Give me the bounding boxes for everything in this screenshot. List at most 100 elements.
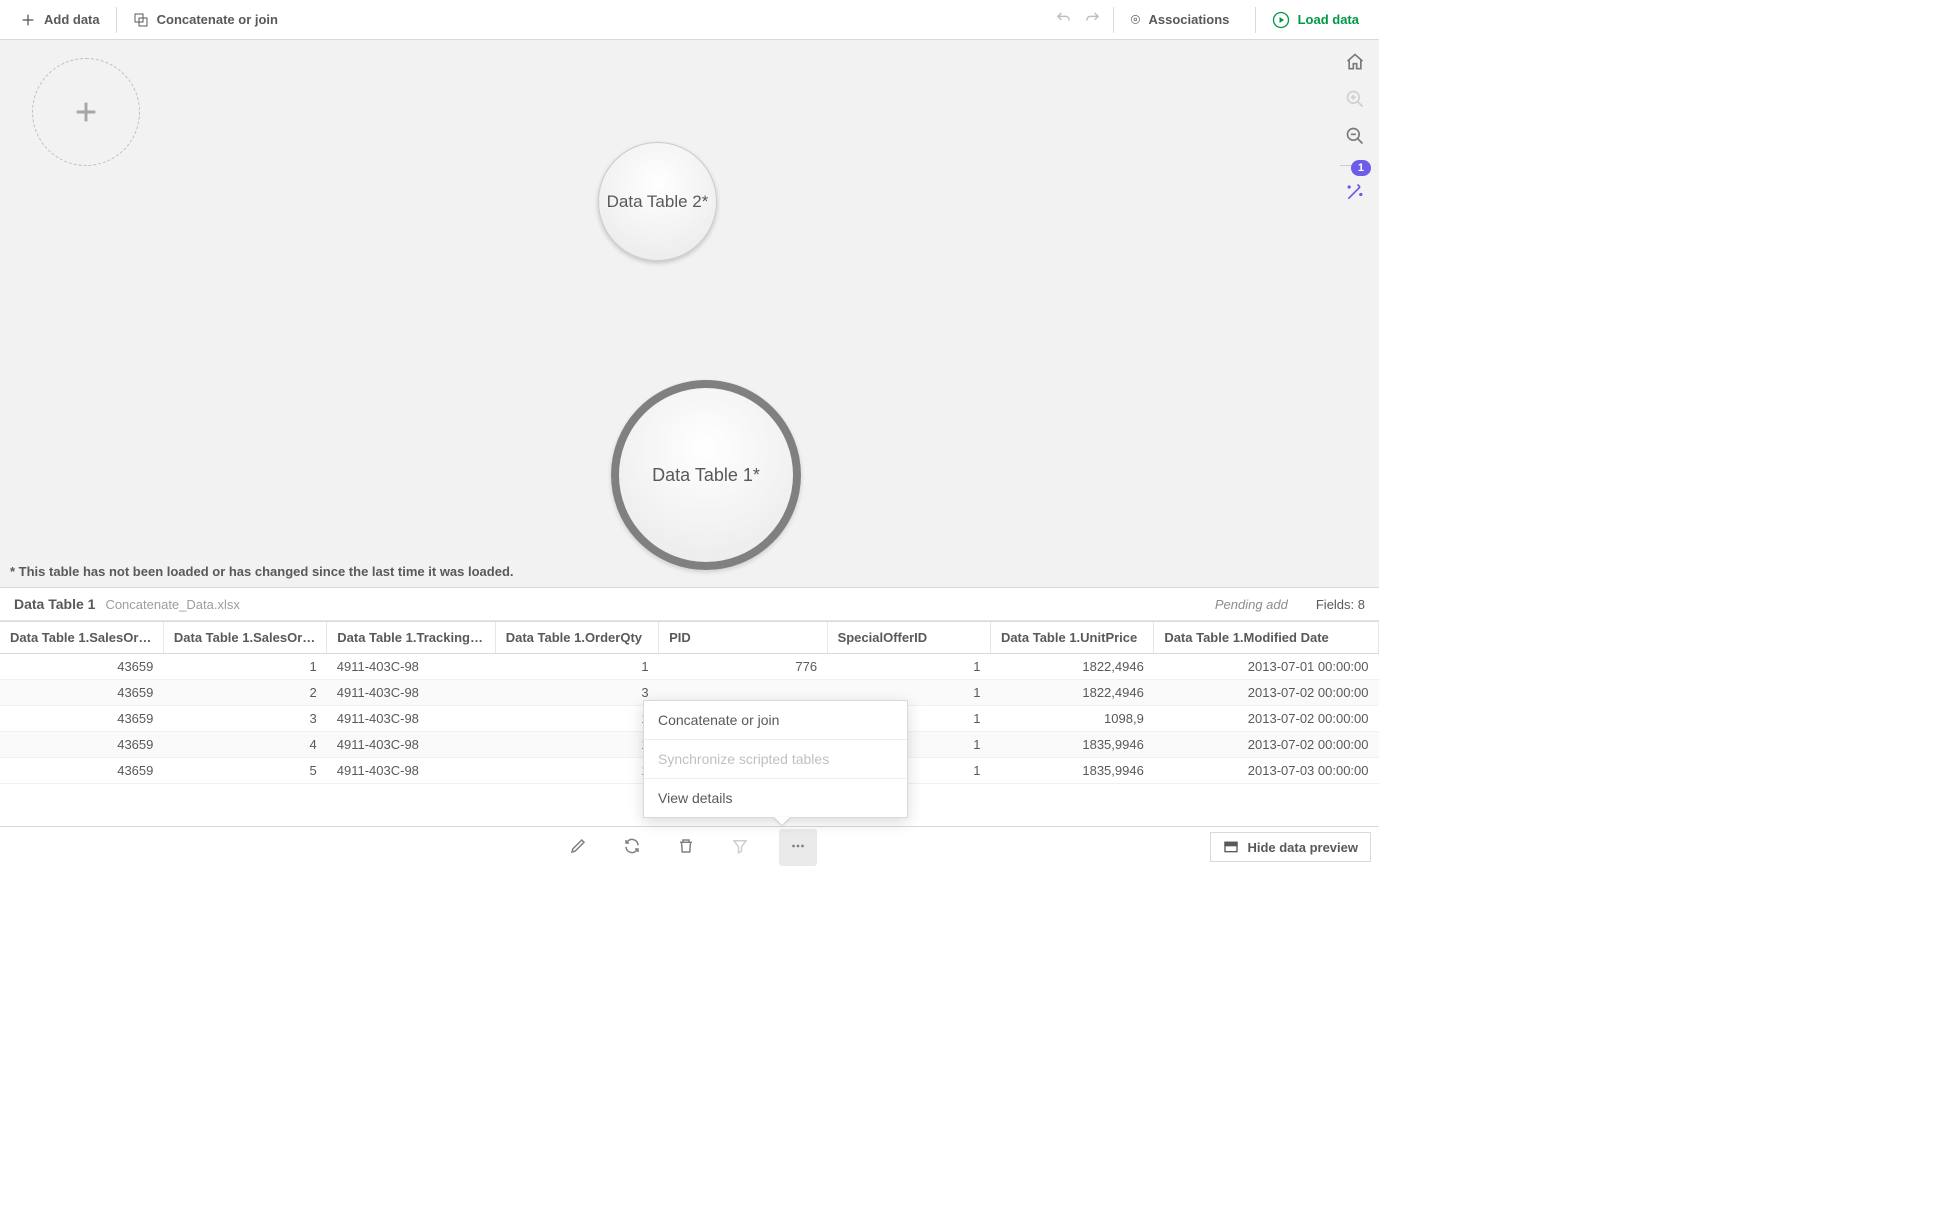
column-header[interactable]: Data Table 1.OrderQty	[495, 622, 658, 654]
zoom-out-icon	[1345, 126, 1365, 146]
load-data-label: Load data	[1298, 12, 1359, 27]
recommendations-badge: 1	[1351, 160, 1371, 176]
toolbar-separator	[1113, 7, 1114, 33]
table-cell: 2013-07-01 00:00:00	[1154, 654, 1379, 680]
zoom-in-icon	[1345, 89, 1365, 109]
ctx-sync-scripted: Synchronize scripted tables	[644, 739, 907, 778]
table-cell: 1	[827, 654, 990, 680]
canvas-footnote: * This table has not been loaded or has …	[10, 564, 514, 579]
table-cell: 3	[495, 680, 658, 706]
load-data-button[interactable]: Load data	[1262, 5, 1369, 35]
table-cell: 1	[495, 706, 658, 732]
table-cell: 1822,4946	[990, 680, 1153, 706]
more-button[interactable]	[779, 829, 817, 866]
table-row[interactable]: 4365914911-403C-98177611822,49462013-07-…	[0, 654, 1379, 680]
associations-button[interactable]: Associations	[1120, 6, 1249, 33]
column-header[interactable]: SpecialOfferID	[827, 622, 990, 654]
table-cell: 1822,4946	[990, 654, 1153, 680]
trash-icon	[677, 837, 695, 855]
table-bubble-2-label: Data Table 2*	[607, 192, 709, 212]
toolbar-separator	[116, 7, 117, 33]
home-icon	[1345, 52, 1365, 72]
add-source-bubble[interactable]	[32, 58, 140, 166]
table-cell: 43659	[0, 758, 163, 784]
refresh-icon	[623, 837, 641, 855]
table-header-row: Data Table 1.SalesOr… Data Table 1.Sales…	[0, 622, 1379, 654]
ctx-arrow-icon	[774, 817, 790, 825]
preview-pending-status: Pending add	[1215, 597, 1288, 612]
right-rail: 1	[1331, 40, 1379, 205]
table-cell: 2013-07-03 00:00:00	[1154, 758, 1379, 784]
delete-button[interactable]	[671, 831, 701, 864]
filter-icon	[731, 837, 749, 855]
table-cell: 4	[163, 732, 326, 758]
table-cell: 1835,9946	[990, 732, 1153, 758]
undo-button[interactable]	[1049, 4, 1078, 36]
associations-label: Associations	[1148, 12, 1229, 27]
hide-preview-label: Hide data preview	[1247, 840, 1358, 855]
redo-icon	[1084, 10, 1101, 27]
eye-icon	[1130, 14, 1141, 25]
edit-button[interactable]	[563, 831, 593, 864]
table-cell: 4911-403C-98	[327, 732, 495, 758]
redo-button[interactable]	[1078, 4, 1107, 36]
preview-file-name: Concatenate_Data.xlsx	[105, 597, 239, 612]
hide-preview-button[interactable]: Hide data preview	[1210, 832, 1371, 862]
top-toolbar: Add data Concatenate or join Association…	[0, 0, 1379, 40]
play-circle-icon	[1272, 11, 1290, 29]
table-cell: 43659	[0, 680, 163, 706]
add-data-label: Add data	[44, 12, 100, 27]
table-cell: 43659	[0, 654, 163, 680]
wand-icon	[1345, 182, 1365, 202]
zoom-out-button[interactable]	[1345, 126, 1365, 149]
add-data-button[interactable]: Add data	[10, 6, 110, 34]
table-cell: 1098,9	[990, 706, 1153, 732]
table-cell: 4911-403C-98	[327, 758, 495, 784]
table-cell: 2013-07-02 00:00:00	[1154, 706, 1379, 732]
table-bubble-2[interactable]: Data Table 2*	[598, 142, 717, 261]
table-cell: 1	[163, 654, 326, 680]
column-header[interactable]: PID	[659, 622, 827, 654]
table-cell: 1	[495, 732, 658, 758]
bottom-action-bar: Hide data preview	[0, 826, 1379, 868]
table-cell: 2013-07-02 00:00:00	[1154, 680, 1379, 706]
ctx-view-details[interactable]: View details	[644, 778, 907, 817]
table-cell: 2	[163, 680, 326, 706]
concat-icon	[133, 12, 149, 28]
table-cell: 1	[495, 758, 658, 784]
toolbar-separator	[1255, 7, 1256, 33]
zoom-in-button[interactable]	[1345, 89, 1365, 112]
table-bubble-1-label: Data Table 1*	[652, 465, 760, 486]
plus-icon	[72, 98, 100, 126]
undo-icon	[1055, 10, 1072, 27]
table-cell: 43659	[0, 732, 163, 758]
column-header[interactable]: Data Table 1.Modified Date	[1154, 622, 1379, 654]
concat-join-label: Concatenate or join	[157, 12, 278, 27]
refresh-button[interactable]	[617, 831, 647, 864]
context-menu: Concatenate or join Synchronize scripted…	[643, 700, 908, 818]
concat-join-button[interactable]: Concatenate or join	[123, 6, 288, 34]
preview-header: Data Table 1 Concatenate_Data.xlsx Pendi…	[0, 588, 1379, 621]
table-cell: 3	[163, 706, 326, 732]
home-button[interactable]	[1345, 52, 1365, 75]
ctx-concat-join[interactable]: Concatenate or join	[644, 701, 907, 739]
table-cell: 4911-403C-98	[327, 706, 495, 732]
recommendations-button[interactable]: 1	[1345, 182, 1365, 205]
filter-button	[725, 831, 755, 864]
more-icon	[789, 837, 807, 855]
preview-table-name: Data Table 1	[14, 596, 95, 612]
table-cell: 2013-07-02 00:00:00	[1154, 732, 1379, 758]
column-header[interactable]: Data Table 1.SalesOr…	[0, 622, 163, 654]
column-header[interactable]: Data Table 1.Tracking…	[327, 622, 495, 654]
table-cell: 1835,9946	[990, 758, 1153, 784]
plus-icon	[20, 12, 36, 28]
table-cell: 43659	[0, 706, 163, 732]
table-cell: 5	[163, 758, 326, 784]
column-header[interactable]: Data Table 1.SalesOr…	[163, 622, 326, 654]
chevron-down-icon	[1237, 14, 1238, 26]
table-cell: 4911-403C-98	[327, 654, 495, 680]
table-bubble-1[interactable]: Data Table 1*	[611, 380, 801, 570]
column-header[interactable]: Data Table 1.UnitPrice	[990, 622, 1153, 654]
table-cell: 1	[495, 654, 658, 680]
data-model-canvas[interactable]: Data Table 2* Data Table 1* * This table…	[0, 40, 1379, 588]
